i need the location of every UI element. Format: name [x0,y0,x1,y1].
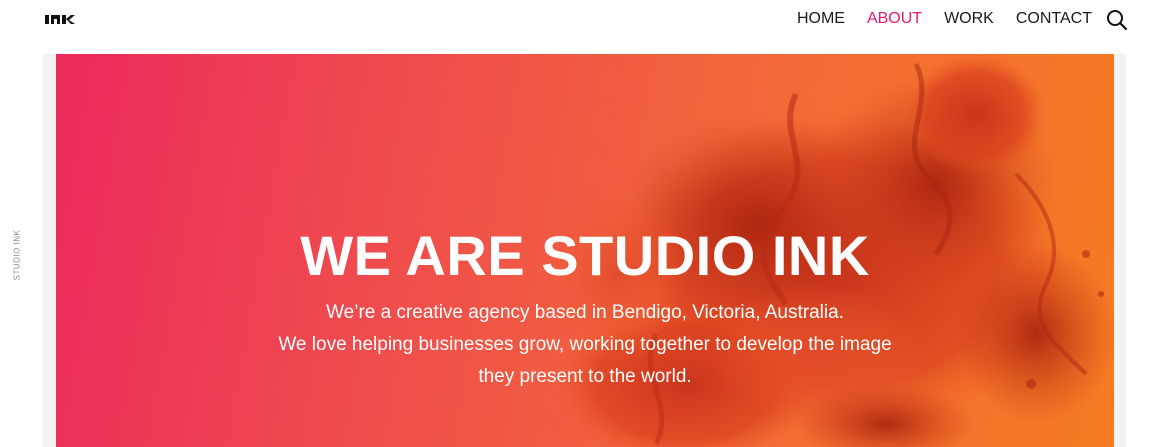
nav-about[interactable]: ABOUT [867,9,922,29]
side-vertical-label: STUDIO INK [12,229,22,281]
hero-description-line: We love helping businesses grow, working… [278,334,892,355]
hero-description-line: they present to the world. [478,366,692,387]
nav-work[interactable]: WORK [944,9,994,29]
hero-description-line: We’re a creative agency based in Bendigo… [326,302,844,323]
site-header: HOME ABOUT WORK CONTACT [0,0,1150,40]
search-icon[interactable] [1106,9,1128,31]
hero-description: We’re a creative agency based in Bendigo… [56,297,1114,393]
ink-logo[interactable] [45,14,79,25]
hero-title: WE ARE STUDIO INK [300,224,870,287]
hero-banner: WE ARE STUDIO INK We’re a creative agenc… [56,54,1114,447]
nav-contact[interactable]: CONTACT [1016,9,1092,29]
main-nav: HOME ABOUT WORK CONTACT [797,9,1092,29]
page: HOME ABOUT WORK CONTACT STUDIO INK WE AR… [0,0,1150,447]
nav-home[interactable]: HOME [797,9,845,29]
